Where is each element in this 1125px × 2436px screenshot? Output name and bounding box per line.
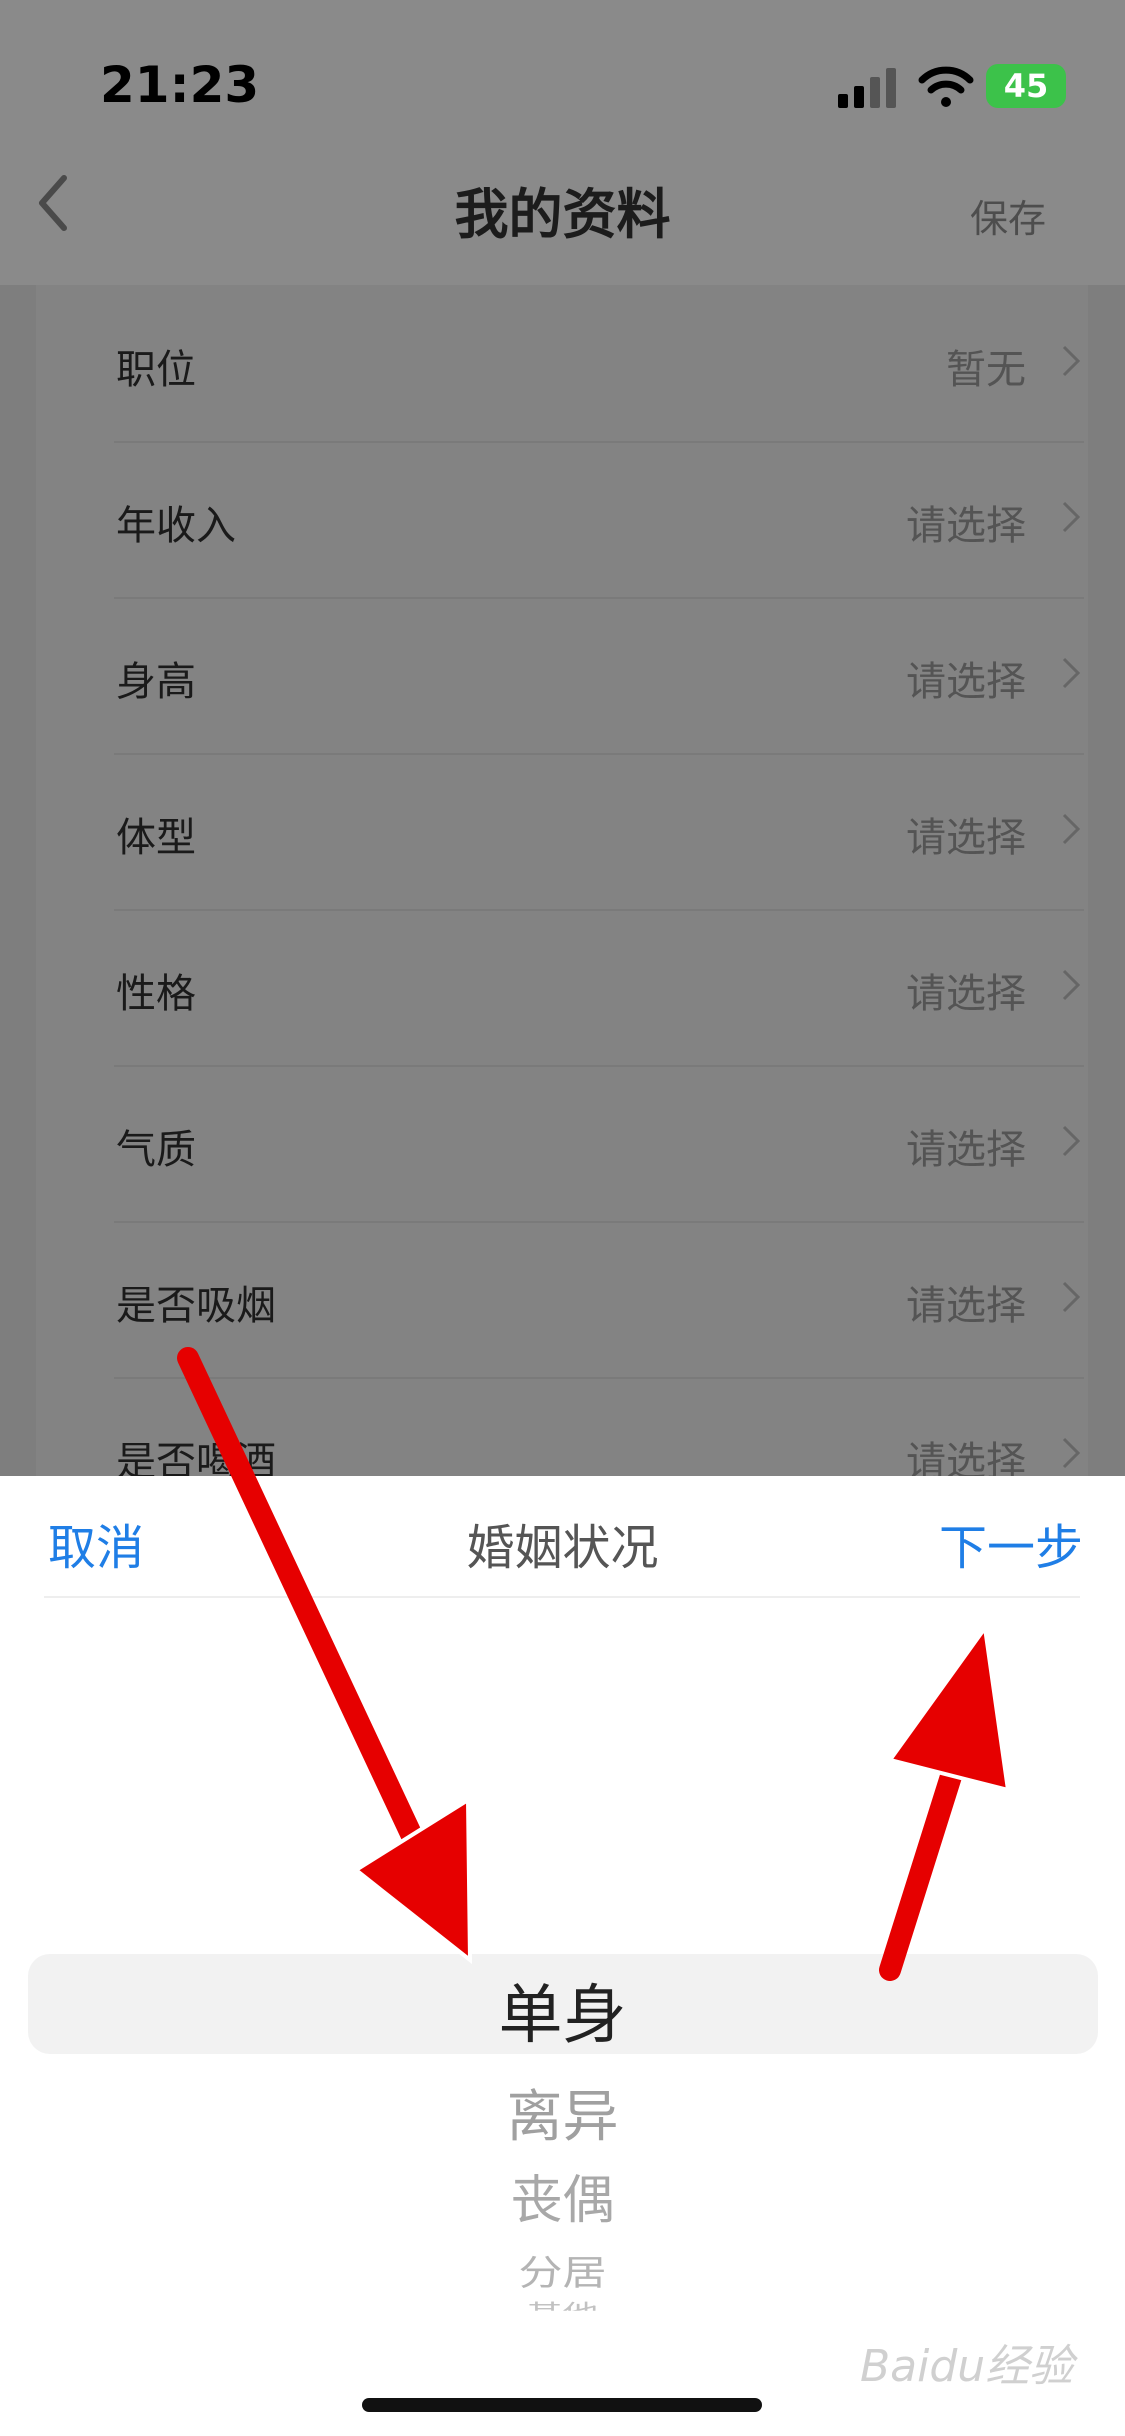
row-value: 请选择	[906, 659, 1026, 705]
row-value: 请选择	[906, 815, 1026, 861]
list-row-annual-income[interactable]: 年收入 请选择	[114, 441, 1084, 599]
chevron-right-icon	[1062, 813, 1081, 845]
chevron-right-icon	[1062, 657, 1081, 689]
wifi-icon	[918, 66, 974, 107]
row-label: 体型	[116, 815, 196, 861]
cellular-signal-icon	[838, 68, 896, 108]
page-title: 我的资料	[454, 183, 671, 246]
baidu-watermark: Baidu经验	[860, 2341, 1074, 2392]
list-row-height[interactable]: 身高 请选择	[114, 597, 1084, 755]
next-step-button[interactable]: 下一步	[939, 1508, 1083, 1578]
list-row-body-type[interactable]: 体型 请选择	[114, 753, 1084, 911]
divider	[44, 1596, 1080, 1598]
picker-option[interactable]: 分居	[0, 2244, 1125, 2295]
list-row-personality[interactable]: 性格 请选择	[114, 909, 1084, 1067]
row-label: 年收入	[116, 503, 236, 549]
row-label: 是否吸烟	[116, 1283, 276, 1329]
picker-option[interactable]: 丧偶	[0, 2158, 1125, 2233]
cancel-button[interactable]: 取消	[48, 1508, 144, 1578]
chevron-right-icon	[1062, 345, 1081, 377]
chevron-right-icon	[1062, 1281, 1081, 1313]
row-value: 请选择	[906, 1127, 1026, 1173]
battery-indicator: 45	[986, 64, 1066, 108]
row-label: 身高	[116, 659, 196, 705]
row-label: 气质	[116, 1127, 196, 1173]
status-time: 21:23	[100, 56, 260, 114]
picker-option[interactable]: 离异	[0, 2072, 1125, 2153]
row-label: 性格	[116, 971, 196, 1017]
list-row-temperament[interactable]: 气质 请选择	[114, 1065, 1084, 1223]
chevron-right-icon	[1062, 1437, 1081, 1469]
row-value: 请选择	[906, 1283, 1026, 1329]
picker-option[interactable]: 其他	[0, 2295, 1125, 2311]
chevron-right-icon	[1062, 1125, 1081, 1157]
row-value: 暂无	[946, 347, 1026, 393]
home-indicator[interactable]	[362, 2398, 762, 2412]
row-value: 请选择	[906, 503, 1026, 549]
chevron-right-icon	[1062, 501, 1081, 533]
picker-option-selected[interactable]: 单身	[0, 1964, 1125, 2056]
chevron-right-icon	[1062, 969, 1081, 1001]
list-row-position[interactable]: 职位 暂无	[114, 285, 1084, 443]
list-row-smoking[interactable]: 是否吸烟 请选择	[114, 1221, 1084, 1379]
profile-list-card: 职位 暂无 年收入 请选择 身高 请选择 体型 请选择 性格 请选择 气质 请选…	[36, 285, 1088, 1485]
row-value: 请选择	[906, 971, 1026, 1017]
save-button[interactable]: 保存	[970, 188, 1046, 243]
row-label: 职位	[116, 347, 196, 393]
